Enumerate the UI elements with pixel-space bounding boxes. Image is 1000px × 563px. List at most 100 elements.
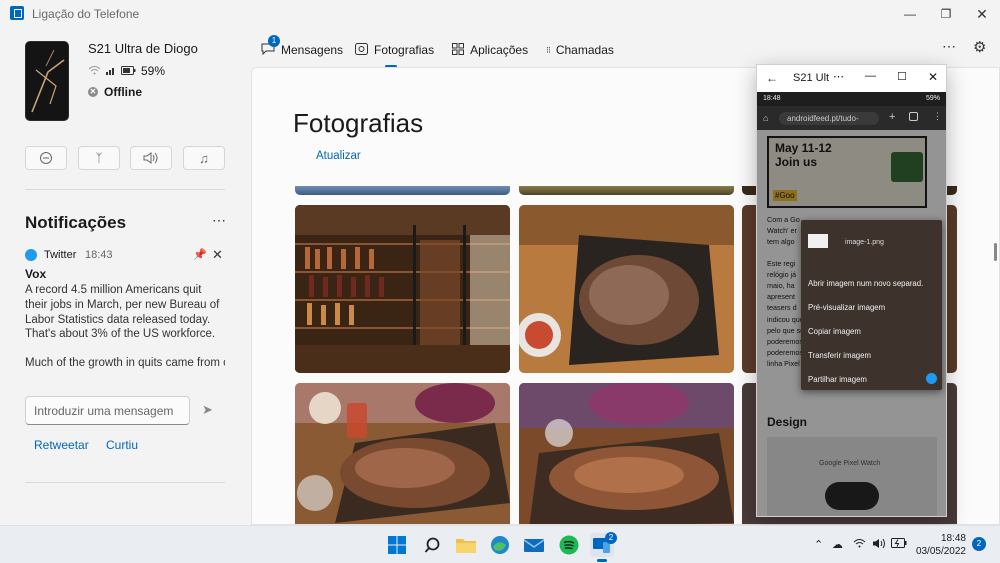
home-icon[interactable]: ⌂ xyxy=(763,113,768,123)
phone-screen-maximize-button[interactable]: ☐ xyxy=(897,70,907,83)
phone-time: 18:48 xyxy=(763,95,781,102)
tabs-icon[interactable] xyxy=(909,112,918,121)
bluetooth-button[interactable]: ᛉ xyxy=(78,146,120,170)
notifications-heading: Notificações xyxy=(25,213,127,232)
chevron-up-icon[interactable]: ⌃ xyxy=(814,538,823,551)
photo-thumbnail[interactable] xyxy=(519,205,734,373)
browser-menu-icon[interactable]: ⋮ xyxy=(933,111,942,122)
settings-gear-icon[interactable]: ⚙ xyxy=(973,38,986,56)
dialpad-icon: ⁝⁝ xyxy=(546,44,551,55)
notification-time: 18:43 xyxy=(85,249,113,261)
connection-status-label: Offline xyxy=(104,85,142,99)
dismiss-notification-button[interactable]: ✕ xyxy=(212,247,223,263)
phone-screen-close-button[interactable]: ✕ xyxy=(928,70,938,84)
file-explorer-button[interactable] xyxy=(454,533,478,557)
scrollbar-thumb[interactable] xyxy=(994,243,997,261)
ribs-dinner-photo xyxy=(519,383,734,524)
volume-button[interactable] xyxy=(130,146,172,170)
tab-messages[interactable]: 1 Mensagens xyxy=(261,35,344,60)
phone-link-badge: 2 xyxy=(605,532,617,544)
menu-item-preview-image[interactable]: Pré-visualizar imagem xyxy=(808,303,885,312)
mail-button[interactable] xyxy=(522,533,546,557)
ribs-table-photo xyxy=(295,383,510,524)
menu-item-share-image[interactable]: Partilhar imagem xyxy=(808,375,867,384)
notification-center-badge[interactable]: 2 xyxy=(972,537,986,551)
battery-charging-icon[interactable] xyxy=(891,538,907,551)
notifications-more-button[interactable]: ⋯ xyxy=(212,212,227,229)
device-name: S21 Ultra de Diogo xyxy=(88,41,198,56)
search-button[interactable] xyxy=(420,533,444,557)
send-icon[interactable]: ➤ xyxy=(202,402,213,418)
reply-input[interactable]: Introduzir uma mensagem xyxy=(25,396,190,425)
image-preview-thumbnail xyxy=(808,234,828,248)
restore-button[interactable]: ❐ xyxy=(928,0,964,28)
twitter-icon xyxy=(926,373,937,384)
wifi-icon xyxy=(88,64,101,78)
onedrive-cloud-icon[interactable]: ☁ xyxy=(832,538,843,551)
volume-icon xyxy=(143,152,158,164)
photo-thumbnail[interactable] xyxy=(295,186,510,195)
back-arrow-icon[interactable]: ← xyxy=(766,71,778,85)
search-icon xyxy=(424,537,439,553)
menu-item-download-image[interactable]: Transferir imagem xyxy=(808,351,871,360)
refresh-button[interactable]: Atualizar xyxy=(316,150,361,162)
photo-thumbnail[interactable] xyxy=(519,186,734,195)
photo-thumbnail[interactable] xyxy=(295,205,510,373)
clock-time: 18:48 xyxy=(940,533,966,544)
photo-thumbnail[interactable] xyxy=(295,383,510,524)
twitter-icon xyxy=(25,249,37,261)
context-menu-filename: image-1.png xyxy=(845,239,884,246)
phone-image xyxy=(25,41,69,121)
windows-logo-icon xyxy=(388,536,406,554)
like-button[interactable]: Curtiu xyxy=(106,438,138,452)
pin-icon[interactable]: 📌 xyxy=(193,248,207,261)
url-field[interactable]: androidfeed.pt/tudo- xyxy=(779,112,879,125)
system-clock[interactable]: 18:48 03/05/2022 xyxy=(916,532,966,558)
tab-messages-label: Mensagens xyxy=(281,43,344,57)
new-tab-icon[interactable]: + xyxy=(889,111,895,123)
clock-date: 03/05/2022 xyxy=(915,546,966,557)
battery-level: 59% xyxy=(141,64,166,78)
menu-item-open-new-tab[interactable]: Abrir imagem num novo separad. xyxy=(808,279,923,288)
tab-photos-label: Fotografias xyxy=(374,43,435,57)
speaker-icon[interactable] xyxy=(872,538,886,552)
menu-item-copy-image[interactable]: Copiar imagem xyxy=(808,327,861,336)
edge-button[interactable] xyxy=(488,533,512,557)
minimize-button[interactable]: — xyxy=(892,0,928,28)
signal-icon xyxy=(106,64,116,78)
active-app-indicator xyxy=(597,559,607,562)
window-title: Ligação do Telefone xyxy=(32,7,140,21)
notification-sender: Vox xyxy=(25,267,47,281)
apps-grid-icon xyxy=(452,42,465,58)
photo-icon xyxy=(355,42,369,58)
notification-app-name: Twitter xyxy=(44,249,77,261)
wifi-icon[interactable] xyxy=(853,538,866,551)
more-options-button[interactable]: ⋯ xyxy=(942,38,957,55)
phone-screen-minimize-button[interactable]: — xyxy=(865,70,876,82)
battery-icon xyxy=(121,64,136,78)
offline-icon: ✕ xyxy=(88,87,98,97)
tab-apps[interactable]: Aplicações xyxy=(452,40,528,60)
close-button[interactable]: ✕ xyxy=(964,0,1000,28)
phone-link-app-icon xyxy=(10,6,24,20)
start-button[interactable] xyxy=(385,533,409,557)
phone-screen-title: S21 Ult xyxy=(793,72,830,84)
divider xyxy=(25,189,225,190)
tab-calls-label: Chamadas xyxy=(555,43,614,57)
main-nav: 1 Mensagens Fotografias Aplicações ⁝⁝ Ch… xyxy=(261,35,632,68)
phone-screen[interactable]: 18:48 59% ⌂ androidfeed.pt/tudo- + ⋮ May… xyxy=(757,92,946,516)
tab-calls[interactable]: ⁝⁝ Chamadas xyxy=(546,40,614,60)
spotify-button[interactable] xyxy=(557,533,581,557)
tab-photos[interactable]: Fotografias xyxy=(355,40,435,68)
audio-player-button[interactable]: ♫ xyxy=(183,146,225,170)
notification-body-continued: Much of the growth in quits came from ol… xyxy=(25,357,225,370)
phone-screen-more-button[interactable]: ⋯ xyxy=(833,70,844,83)
spotify-icon xyxy=(559,535,579,555)
photo-thumbnail[interactable] xyxy=(519,383,734,524)
grilled-meat-board-photo xyxy=(519,205,734,373)
tab-apps-label: Aplicações xyxy=(470,43,529,57)
title-bar: Ligação do Telefone — ❐ ✕ xyxy=(0,0,1000,28)
do-not-disturb-button[interactable] xyxy=(25,146,67,170)
retweet-button[interactable]: Retweetar xyxy=(34,438,89,452)
mail-icon xyxy=(524,539,544,552)
